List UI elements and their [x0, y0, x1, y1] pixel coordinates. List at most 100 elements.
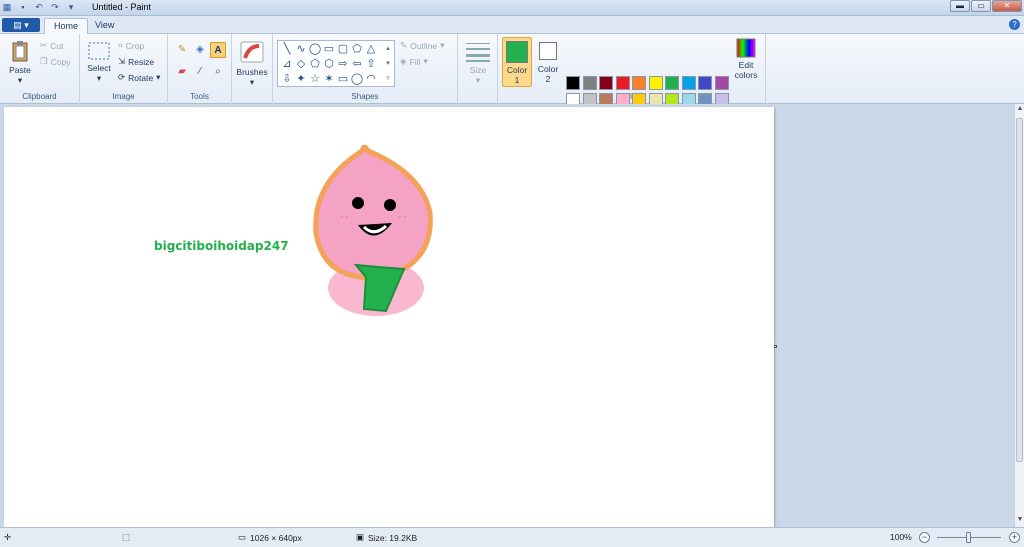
help-icon[interactable]: ? [1009, 19, 1020, 30]
minimize-button[interactable]: ▬ [950, 0, 970, 12]
left-arrow-shape-icon[interactable]: ⇦ [350, 57, 364, 71]
color1-button[interactable]: Color 1 [502, 37, 532, 87]
crop-icon: ⌗ [118, 40, 123, 50]
save-icon[interactable]: ▪ [18, 2, 28, 12]
text-icon[interactable]: A [210, 42, 226, 58]
five-point-star-shape-icon[interactable]: ☆ [308, 72, 322, 86]
four-point-star-shape-icon[interactable]: ✦ [294, 72, 308, 86]
color-swatch[interactable] [599, 76, 613, 90]
clipboard-group-label: Clipboard [22, 92, 57, 101]
zoom-out-button[interactable]: − [919, 532, 930, 543]
canvas-text: bigcitiboihoidap247 [154, 239, 289, 253]
color-swatch[interactable] [698, 76, 712, 90]
cursor-position-icon: ✛ [4, 532, 12, 542]
tools-group: ✎ ◈ A ▰ ⁄ ⌕ Tools [168, 34, 232, 104]
select-button[interactable]: Select ▾ [85, 42, 113, 83]
polygon-shape-icon[interactable]: ⬠ [350, 42, 364, 56]
shapes-scroll-down-icon[interactable]: ▾ [381, 57, 395, 71]
paste-dropdown-icon: ▾ [17, 75, 23, 85]
paint-app-icon[interactable]: ▦ [2, 2, 12, 12]
resize-icon: ⇲ [118, 56, 126, 66]
tab-home[interactable]: Home [44, 18, 89, 34]
color-picker-icon[interactable]: ⁄ [192, 64, 208, 80]
quick-access-toolbar: ▦ ▪ ↶ ↷ ▾ [2, 2, 76, 12]
rectangle-shape-icon[interactable]: ▭ [322, 42, 336, 56]
color1-swatch [506, 41, 528, 63]
svg-text:- -: - - [398, 212, 406, 221]
close-button[interactable]: ✕ [992, 0, 1022, 12]
shapes-gallery: ╲ ∿ ◯ ▭ ▢ ⬠ △ ⊿ ◇ ⬠ ⬡ ⇨ ⇦ ⇧ ⇩ ✦ ☆ ✶ ▭ ◯ … [277, 40, 395, 87]
six-point-star-shape-icon[interactable]: ✶ [322, 72, 336, 86]
resize-button[interactable]: ⇲ Resize [118, 56, 154, 67]
down-arrow-shape-icon[interactable]: ⇩ [280, 72, 294, 86]
status-bar: ✛ ⬚ ▭ 1026 × 640px ▣ Size: 19.2KB 100% − + [0, 527, 1024, 547]
rotate-dropdown-icon: ▾ [156, 72, 161, 82]
magnifier-icon[interactable]: ⌕ [210, 64, 226, 80]
outline-icon: ✎ [400, 40, 408, 50]
scrollbar-thumb[interactable] [1016, 118, 1023, 462]
undo-icon[interactable]: ↶ [34, 2, 44, 12]
pencil-icon[interactable]: ✎ [174, 42, 190, 58]
customize-qat-icon[interactable]: ▾ [66, 2, 76, 12]
file-menu-button[interactable]: ▤ ▾ [2, 18, 40, 32]
right-arrow-shape-icon[interactable]: ⇨ [336, 57, 350, 71]
brushes-dropdown-icon: ▾ [249, 77, 255, 87]
redo-icon[interactable]: ↷ [50, 2, 60, 12]
fill-dropdown-icon: ▾ [423, 56, 428, 66]
scroll-down-icon[interactable]: ▼ [1015, 516, 1024, 526]
fill-icon[interactable]: ◈ [192, 42, 208, 58]
shapes-expand-icon[interactable]: ▿ [381, 72, 395, 86]
maximize-button[interactable]: ▭ [971, 0, 991, 12]
size-button[interactable]: Size ▾ [462, 40, 494, 85]
hexagon-shape-icon[interactable]: ⬡ [322, 57, 336, 71]
pentagon-shape-icon[interactable]: ⬠ [308, 57, 322, 71]
color-swatch[interactable] [714, 76, 729, 90]
edit-colors-button[interactable]: Edit colors [732, 38, 760, 80]
copy-button[interactable]: ❐ Copy [40, 56, 70, 67]
svg-text:- -: - - [340, 212, 348, 221]
color-swatch[interactable] [615, 76, 630, 90]
rounded-rectangle-shape-icon[interactable]: ▢ [336, 42, 350, 56]
zoom-slider-thumb[interactable] [966, 532, 971, 543]
canvas-dimensions: ▭ 1026 × 640px [238, 532, 302, 543]
color-swatch[interactable] [648, 76, 663, 90]
callout-rectangle-shape-icon[interactable]: ▭ [336, 72, 350, 86]
tab-view[interactable]: View [86, 18, 123, 34]
right-triangle-shape-icon[interactable]: ⊿ [280, 57, 294, 71]
color-swatch[interactable] [582, 76, 597, 90]
brushes-button[interactable]: Brushes ▾ [235, 40, 269, 87]
title-bar: ▦ ▪ ↶ ↷ ▾ Untitled - Paint ▬ ▭ ✕ [0, 0, 1024, 16]
rotate-button[interactable]: ⟳ Rotate ▾ [118, 72, 160, 83]
diamond-shape-icon[interactable]: ◇ [294, 57, 308, 71]
color-swatch[interactable] [681, 76, 696, 90]
shapes-scroll-up-icon[interactable]: ▴ [381, 42, 395, 56]
clipboard-icon [12, 41, 28, 62]
drawing-canvas[interactable]: bigcitiboihoidap247 - - - - [4, 107, 777, 527]
selection-size-icon: ⬚ [122, 532, 131, 542]
paste-button[interactable]: Paste ▾ [6, 40, 34, 85]
scroll-up-icon[interactable]: ▲ [1015, 105, 1024, 115]
cut-button[interactable]: ✂ Cut [40, 40, 63, 51]
canvas-resize-handle[interactable] [774, 345, 777, 348]
color-swatch[interactable] [665, 76, 679, 90]
up-arrow-shape-icon[interactable]: ⇧ [364, 57, 378, 71]
eraser-icon[interactable]: ▰ [174, 64, 190, 80]
oval-shape-icon[interactable]: ◯ [308, 42, 322, 56]
callout-oval-shape-icon[interactable]: ◯ [350, 72, 364, 86]
copy-icon: ❐ [40, 56, 48, 66]
color-wheel-icon [736, 38, 756, 58]
curve-shape-icon[interactable]: ∿ [294, 42, 308, 56]
zoom-in-button[interactable]: + [1009, 532, 1020, 543]
outline-button[interactable]: ✎ Outline ▾ [400, 40, 444, 51]
color2-button[interactable]: Color 2 [536, 37, 560, 87]
fill-button[interactable]: ◈ Fill ▾ [400, 56, 428, 67]
line-shape-icon[interactable]: ╲ [280, 42, 294, 56]
vertical-scrollbar[interactable]: ▲ ▼ [1014, 104, 1024, 527]
callout-cloud-shape-icon[interactable]: ◠ [364, 72, 378, 86]
peach-character-drawing: - - - - [313, 144, 433, 316]
crop-button[interactable]: ⌗ Crop [118, 40, 144, 51]
canvas-workspace: bigcitiboihoidap247 - - - - [0, 104, 1014, 527]
color-swatch[interactable] [632, 76, 646, 90]
color-swatch[interactable] [566, 76, 580, 90]
triangle-shape-icon[interactable]: △ [364, 42, 378, 56]
